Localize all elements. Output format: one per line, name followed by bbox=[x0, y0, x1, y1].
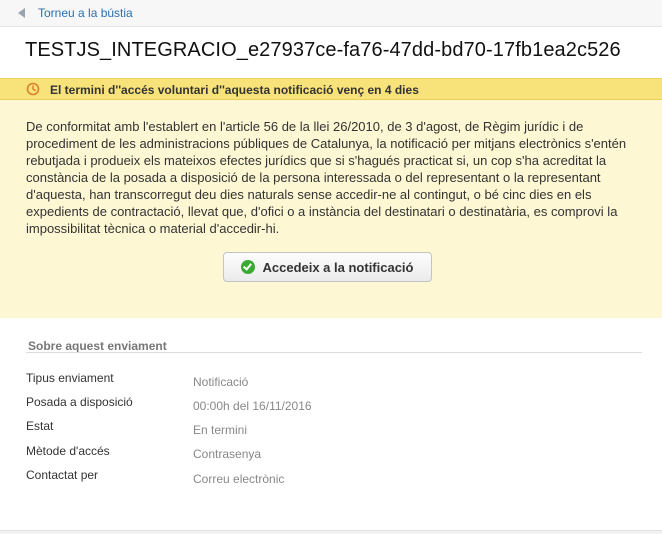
page-title: TESTJS_INTEGRACIO_e27937ce-fa76-47dd-bd7… bbox=[25, 39, 621, 61]
detail-value-access-method: Contrasenya bbox=[193, 447, 262, 461]
detail-value-made-available: 00:00h del 16/11/2016 bbox=[193, 399, 312, 413]
detail-value-status: En termini bbox=[193, 423, 248, 437]
detail-label-contacted-by: Contactat per bbox=[26, 468, 99, 482]
legal-notice-panel: De conformitat amb l'establert en l'arti… bbox=[0, 100, 662, 318]
section-divider bbox=[26, 352, 642, 353]
back-link-label: Torneu a la bústia bbox=[38, 6, 133, 20]
back-to-inbox-link[interactable]: Torneu a la bústia bbox=[18, 6, 133, 20]
detail-value-contacted-by: Correu electrònic bbox=[193, 472, 285, 486]
back-arrow-icon bbox=[18, 8, 25, 18]
detail-value-send-type: Notificació bbox=[193, 375, 249, 389]
detail-label-status: Estat bbox=[26, 419, 54, 433]
detail-label-made-available: Posada a disposició bbox=[26, 395, 133, 409]
access-button-label: Accedeix a la notificació bbox=[262, 259, 414, 275]
top-bar: Torneu a la bústia bbox=[0, 0, 662, 27]
deadline-warning-bar: El termini d''accés voluntari d''aquesta… bbox=[0, 78, 662, 100]
deadline-warning-text: El termini d''accés voluntari d''aquesta… bbox=[50, 83, 419, 97]
access-notification-button[interactable]: Accedeix a la notificació bbox=[223, 252, 432, 282]
clock-icon bbox=[26, 82, 40, 96]
check-circle-icon bbox=[241, 260, 256, 274]
details-section-title: Sobre aquest enviament bbox=[28, 339, 167, 353]
legal-notice-text: De conformitat amb l'establert en l'arti… bbox=[26, 119, 627, 236]
notification-page: Torneu a la bústia TESTJS_INTEGRACIO_e27… bbox=[0, 0, 662, 531]
detail-label-send-type: Tipus enviament bbox=[26, 371, 114, 385]
detail-label-access-method: Mètode d'accés bbox=[26, 444, 110, 458]
